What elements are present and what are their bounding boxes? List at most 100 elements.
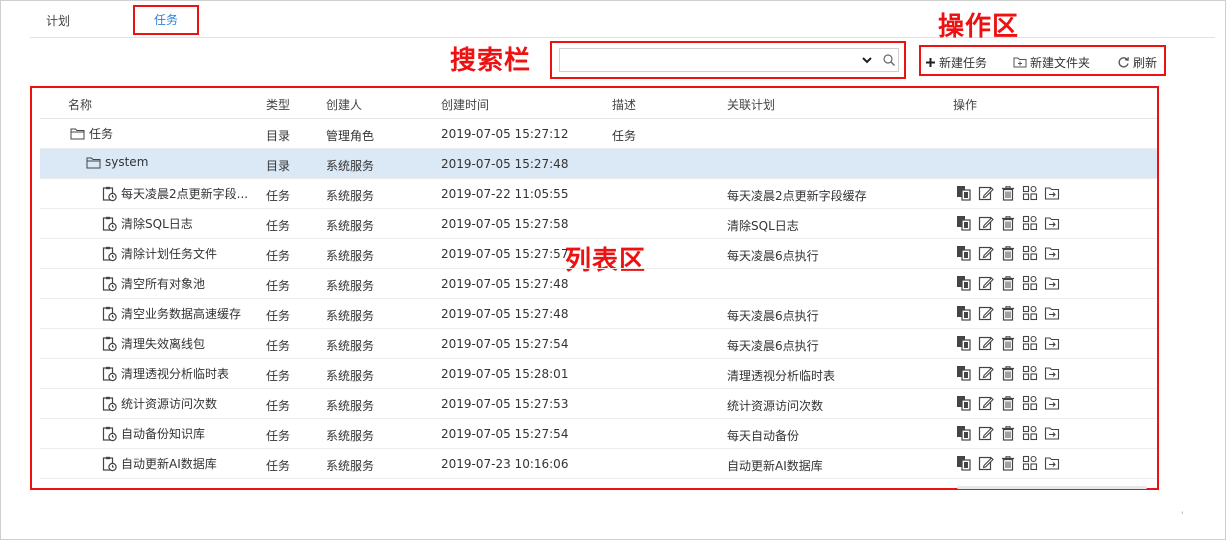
permission-icon[interactable]	[1022, 395, 1038, 411]
permission-icon[interactable]	[1022, 275, 1038, 291]
column-header-creator[interactable]: 创建人	[326, 96, 362, 113]
delete-icon[interactable]	[1000, 185, 1016, 201]
edit-icon[interactable]	[978, 455, 994, 471]
edit-icon[interactable]	[978, 275, 994, 291]
edit-icon[interactable]	[978, 215, 994, 231]
row-name[interactable]: 清理透视分析临时表	[102, 365, 229, 382]
move-icon[interactable]	[1044, 275, 1060, 291]
permission-icon[interactable]	[1022, 305, 1038, 321]
edit-icon[interactable]	[978, 245, 994, 261]
row-name[interactable]: 统计资源访问次数	[102, 395, 217, 412]
row-name[interactable]: 清理失效离线包	[102, 335, 205, 352]
copy-icon[interactable]	[956, 305, 972, 321]
table-row-task[interactable]: 清空所有对象池 任务 系统服务 2019-07-05 15:27:48	[40, 269, 1157, 299]
move-icon[interactable]	[1044, 305, 1060, 321]
row-related-plan: 每天凌晨6点执行	[727, 249, 819, 263]
table-row-task[interactable]: 清除SQL日志 任务 系统服务 2019-07-05 15:27:58 清除SQL日志	[40, 209, 1157, 239]
copy-icon[interactable]	[956, 335, 972, 351]
row-name-label: 清空业务数据高速缓存	[121, 307, 242, 321]
delete-icon[interactable]	[1000, 425, 1016, 441]
column-header-description[interactable]: 描述	[612, 96, 636, 113]
delete-icon[interactable]	[1000, 455, 1016, 471]
refresh-button[interactable]: 刷新	[1117, 53, 1157, 71]
move-icon[interactable]	[1044, 335, 1060, 351]
table-row-task[interactable]: 清理透视分析临时表 任务 系统服务 2019-07-05 15:28:01 清理透视分析…	[40, 359, 1157, 389]
permission-icon[interactable]	[1022, 365, 1038, 381]
delete-icon[interactable]	[1000, 215, 1016, 231]
permission-icon[interactable]	[1022, 185, 1038, 201]
table-row-folder[interactable]: system 目录 系统服务 2019-07-05 15:27:48	[40, 149, 1157, 179]
chevron-down-icon[interactable]	[860, 53, 874, 67]
copy-icon[interactable]	[956, 245, 972, 261]
tab-task[interactable]: 任务	[133, 5, 199, 35]
permission-icon[interactable]	[1022, 245, 1038, 261]
move-icon[interactable]	[1044, 365, 1060, 381]
edit-icon[interactable]	[978, 365, 994, 381]
table-row-task[interactable]: 清理失效离线包 任务 系统服务 2019-07-05 15:27:54 每天凌晨6点执行	[40, 329, 1157, 359]
table-row-task[interactable]: 清空业务数据高速缓存 任务 系统服务 2019-07-05 15:27:48 每天凌晨6…	[40, 299, 1157, 329]
permission-icon[interactable]	[1022, 455, 1038, 471]
row-name[interactable]: 任务	[70, 125, 113, 142]
move-icon[interactable]	[1044, 215, 1060, 231]
copy-icon[interactable]	[956, 395, 972, 411]
new-folder-button[interactable]: 新建文件夹	[1013, 53, 1090, 71]
search-input[interactable]	[564, 51, 858, 71]
copy-icon[interactable]	[956, 425, 972, 441]
row-name[interactable]: 每天凌晨2点更新字段...	[102, 185, 248, 202]
row-actions	[956, 395, 1066, 411]
edit-icon[interactable]	[978, 395, 994, 411]
edit-icon[interactable]	[978, 185, 994, 201]
column-header-name[interactable]: 名称	[68, 96, 92, 113]
copy-icon[interactable]	[956, 275, 972, 291]
table-row-task[interactable]: 统计资源访问次数 任务 系统服务 2019-07-05 15:27:53 统计资源访问次…	[40, 389, 1157, 419]
row-actions	[956, 425, 1066, 441]
new-task-button[interactable]: 新建任务	[925, 53, 987, 71]
copy-icon[interactable]	[956, 455, 972, 471]
delete-icon[interactable]	[1000, 305, 1016, 321]
move-icon[interactable]	[1044, 395, 1060, 411]
column-header-related-plan[interactable]: 关联计划	[727, 96, 775, 113]
edit-icon[interactable]	[978, 305, 994, 321]
search-icon[interactable]	[882, 53, 896, 67]
table-row-task[interactable]: 清除计划任务文件 任务 系统服务 2019-07-05 15:27:57 每天凌晨6点执…	[40, 239, 1157, 269]
edit-icon[interactable]	[978, 425, 994, 441]
column-header-created-time[interactable]: 创建时间	[441, 96, 489, 113]
row-name[interactable]: 自动备份知识库	[102, 425, 205, 442]
row-name[interactable]: 清除计划任务文件	[102, 245, 217, 262]
table-row-task[interactable]: 每天凌晨2点更新字段... 任务 系统服务 2019-07-22 11:05:55 每天…	[40, 179, 1157, 209]
row-name[interactable]: system	[86, 155, 148, 169]
move-icon[interactable]	[1044, 455, 1060, 471]
delete-icon[interactable]	[1000, 275, 1016, 291]
row-name-label: 自动更新AI数据库	[121, 457, 217, 471]
copy-icon[interactable]	[956, 215, 972, 231]
row-type: 任务	[266, 459, 291, 473]
row-name[interactable]: 清空所有对象池	[102, 275, 205, 292]
delete-icon[interactable]	[1000, 335, 1016, 351]
delete-icon[interactable]	[1000, 365, 1016, 381]
row-name[interactable]: 清除SQL日志	[102, 215, 193, 232]
permission-icon[interactable]	[1022, 425, 1038, 441]
table-header: 名称 类型 创建人 创建时间 描述 关联计划 操作	[40, 88, 1157, 119]
column-header-type[interactable]: 类型	[266, 96, 290, 113]
move-icon[interactable]	[1044, 245, 1060, 261]
row-name[interactable]: 自动更新AI数据库	[102, 455, 217, 472]
row-creator: 系统服务	[326, 399, 375, 413]
move-icon[interactable]	[1044, 425, 1060, 441]
move-icon[interactable]	[1044, 185, 1060, 201]
delete-icon[interactable]	[1000, 395, 1016, 411]
copy-icon[interactable]	[956, 185, 972, 201]
permission-icon[interactable]	[1022, 335, 1038, 351]
edit-icon[interactable]	[978, 335, 994, 351]
tab-plan[interactable]: 计划	[30, 8, 86, 36]
horizontal-scrollbar[interactable]	[957, 486, 1147, 489]
table-row-task[interactable]: 自动更新AI数据库 任务 系统服务 2019-07-23 10:16:06 自动更新AI…	[40, 449, 1157, 479]
row-created-time: 2019-07-22 11:05:55	[441, 187, 569, 201]
delete-icon[interactable]	[1000, 245, 1016, 261]
callout-operations-area: 操作区	[938, 12, 1020, 42]
table-row-task[interactable]: 自动备份知识库 任务 系统服务 2019-07-05 15:27:54 每天自动备份	[40, 419, 1157, 449]
copy-icon[interactable]	[956, 365, 972, 381]
table-row-folder[interactable]: 任务 目录 管理角色 2019-07-05 15:27:12 任务	[40, 119, 1157, 149]
search-combobox[interactable]	[559, 48, 899, 72]
permission-icon[interactable]	[1022, 215, 1038, 231]
row-name[interactable]: 清空业务数据高速缓存	[102, 305, 241, 322]
